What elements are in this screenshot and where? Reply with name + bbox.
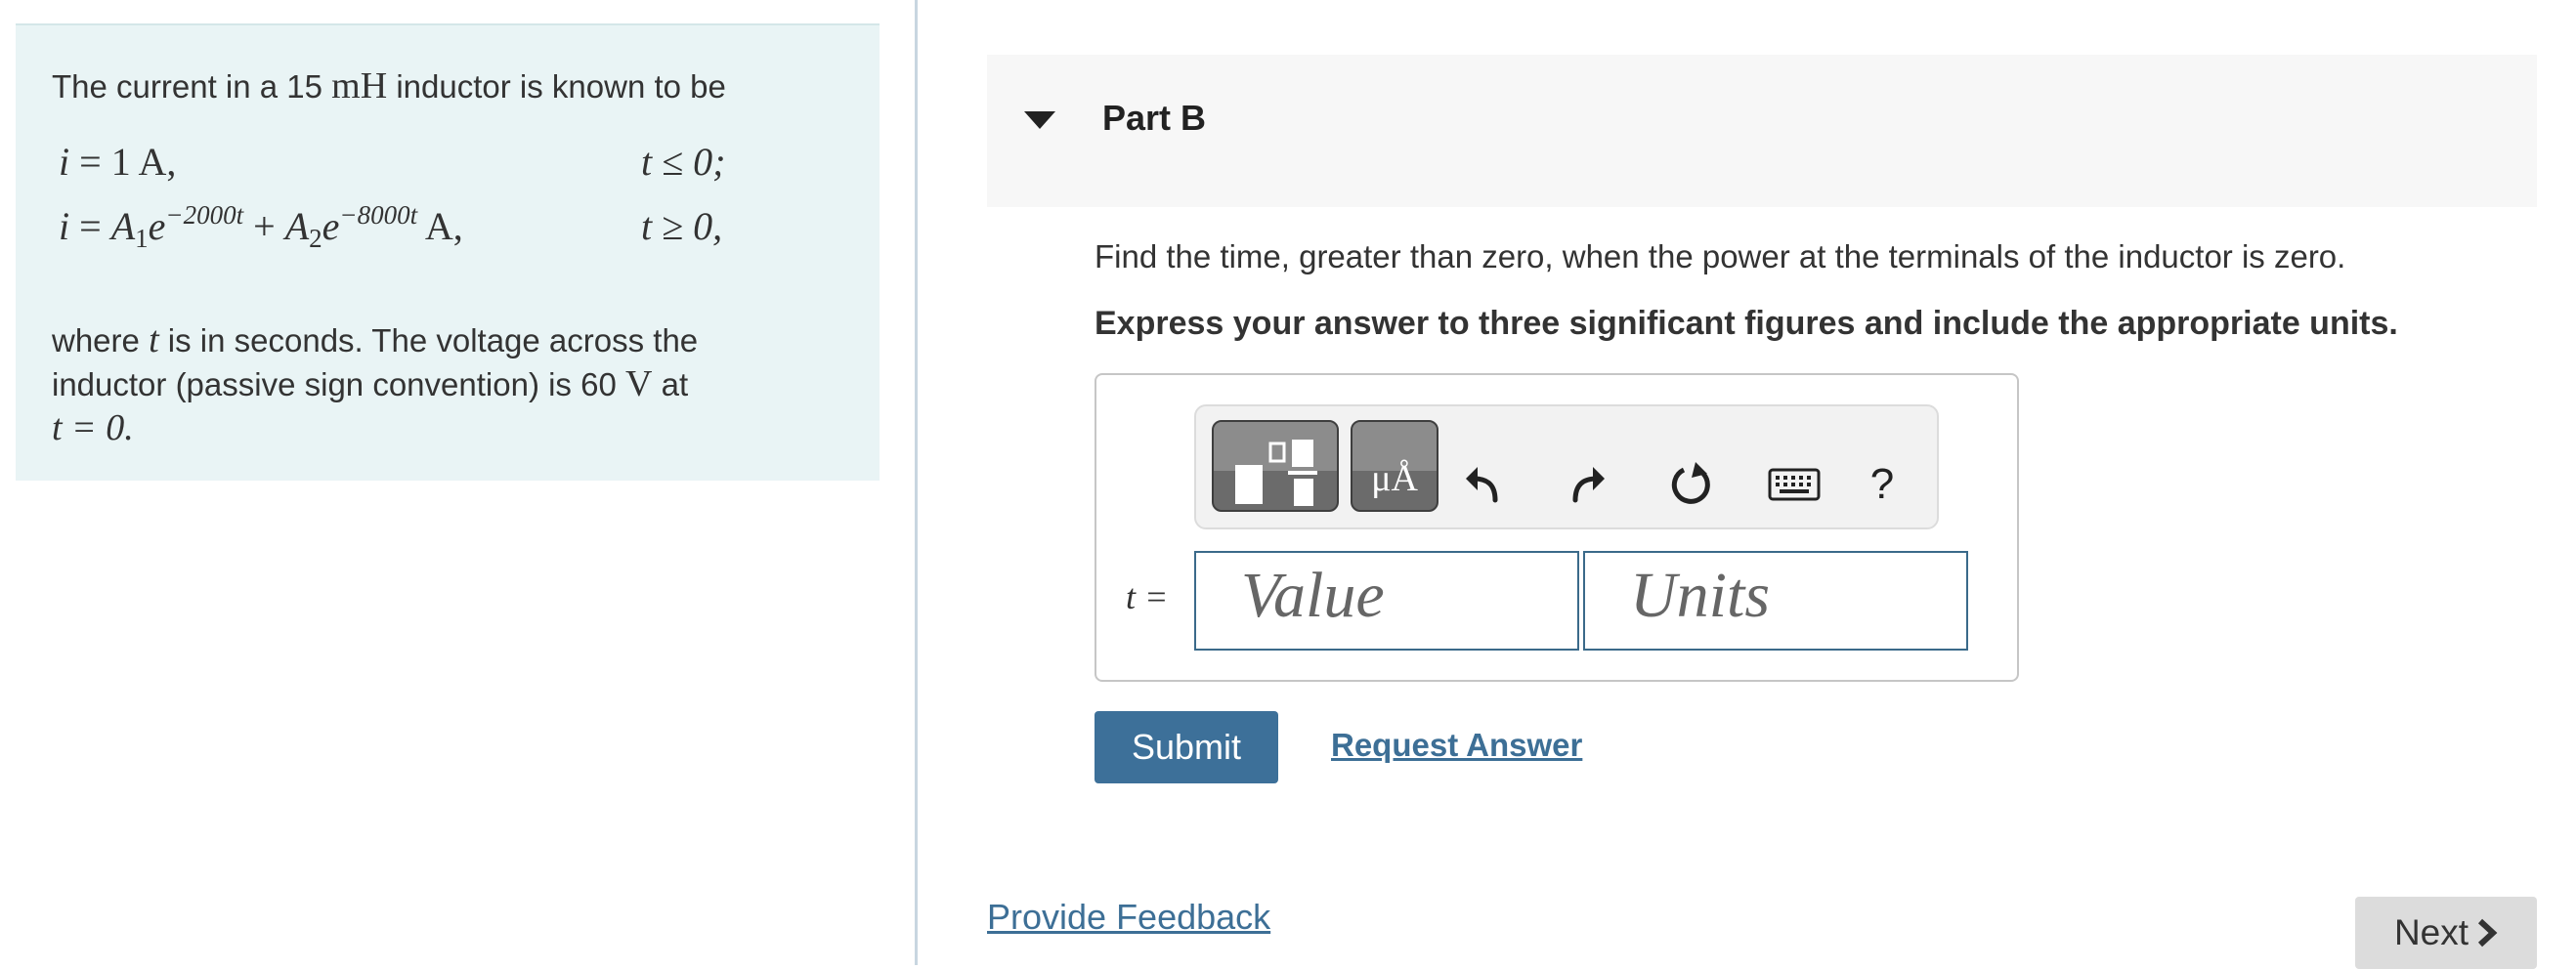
- units-icon: μÅ: [1371, 458, 1418, 499]
- submit-button[interactable]: Submit: [1095, 711, 1278, 783]
- question-text: Find the time, greater than zero, when t…: [1095, 238, 2346, 274]
- help-button[interactable]: ?: [1853, 455, 1911, 514]
- answer-variable-label: t =: [1126, 577, 1169, 616]
- part-header[interactable]: Part B: [987, 55, 2537, 207]
- instruction-text: Express your answer to three significant…: [1095, 305, 2398, 342]
- value-input[interactable]: Value: [1194, 551, 1579, 651]
- fraction-template-icon: [1235, 440, 1317, 506]
- part-title: Part B: [1102, 98, 1207, 138]
- redo-button[interactable]: [1558, 455, 1616, 514]
- provide-feedback-link[interactable]: Provide Feedback: [987, 897, 1270, 938]
- equation-condition-1: t ≤ 0;: [641, 140, 726, 184]
- answer-box: μÅ ? t = Value Units: [1095, 373, 2019, 682]
- keyboard-icon: [1768, 468, 1821, 501]
- equation-line-2: i = A1e−2000t + A2e−8000t A,: [59, 200, 463, 253]
- reset-button[interactable]: [1661, 455, 1720, 514]
- undo-button[interactable]: [1454, 455, 1513, 514]
- equation-line-1: i = 1 A,: [59, 140, 177, 184]
- math-toolbar: μÅ ?: [1194, 404, 1939, 529]
- problem-statement-panel: The current in a 15 mH inductor is known…: [16, 23, 880, 481]
- keyboard-button[interactable]: [1765, 455, 1824, 514]
- templates-button[interactable]: [1212, 420, 1339, 512]
- column-divider: [915, 0, 918, 965]
- equation-condition-2: t ≥ 0,: [641, 204, 723, 248]
- problem-description: where t is in seconds. The voltage acros…: [52, 319, 699, 448]
- chevron-right-icon: [2477, 918, 2498, 948]
- next-button[interactable]: Next: [2355, 897, 2537, 969]
- problem-intro: The current in a 15 mH inductor is known…: [52, 65, 726, 106]
- undo-icon: [1466, 467, 1498, 503]
- reset-icon: [1671, 462, 1710, 504]
- inductance-unit: mH: [331, 65, 388, 106]
- request-answer-link[interactable]: Request Answer: [1331, 727, 1582, 764]
- units-input[interactable]: Units: [1583, 551, 1968, 651]
- redo-icon: [1572, 467, 1605, 503]
- units-button[interactable]: μÅ: [1351, 420, 1438, 512]
- collapse-caret-icon[interactable]: [1024, 111, 1055, 129]
